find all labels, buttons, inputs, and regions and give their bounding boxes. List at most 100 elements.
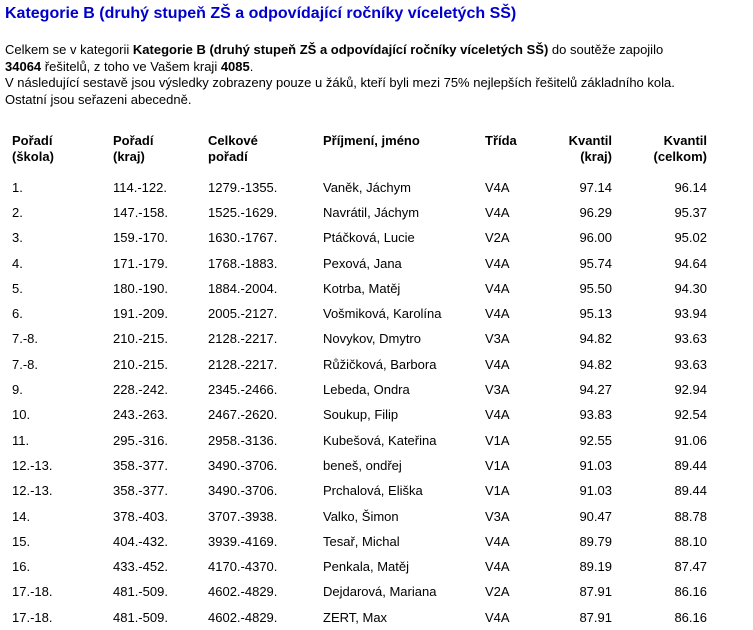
cell-rank-total: 2345.-2466. xyxy=(208,382,278,398)
table-row: 10. 243.-263. 2467.-2620. Soukup, Filip V4A 9… xyxy=(3,403,715,428)
cell-rank-school: 12.-13. xyxy=(12,483,53,499)
header-rank-school: Pořadí (škola) xyxy=(3,131,104,175)
cell-quantile-total: 93.94 xyxy=(674,306,707,322)
cell-rank-total: 2467.-2620. xyxy=(208,407,278,423)
table-row: 2. 147.-158. 1525.-1629. Navrátil, Jáchym V4… xyxy=(3,200,715,225)
cell-name: Tesař, Michal xyxy=(323,533,400,549)
cell-quantile-total: 94.64 xyxy=(674,255,707,271)
cell-class: V3A xyxy=(485,508,510,524)
cell-name: beneš, ondřej xyxy=(323,457,402,473)
cell-rank-region: 147.-158. xyxy=(113,204,168,220)
cell-rank-region: 481.-509. xyxy=(113,609,168,625)
cell-quantile-total: 86.16 xyxy=(674,609,707,625)
cell-class: V4A xyxy=(485,609,510,625)
cell-rank-region: 358.-377. xyxy=(113,457,168,473)
cell-rank-region: 228.-242. xyxy=(113,382,168,398)
table-row: 14. 378.-403. 3707.-3938. Valko, Šimon V3A 90… xyxy=(3,504,715,529)
cell-quantile-region: 92.55 xyxy=(579,432,612,448)
results-table-header: Pořadí (škola) Pořadí (kraj) Celkové pořadí… xyxy=(3,131,715,175)
cell-quantile-total: 95.02 xyxy=(674,230,707,246)
total-participants: 34064 xyxy=(5,58,42,74)
cell-quantile-total: 89.44 xyxy=(674,457,707,473)
cell-rank-total: 3939.-4169. xyxy=(208,533,278,549)
cell-quantile-region: 91.03 xyxy=(579,483,612,499)
cell-name: Růžičková, Barbora xyxy=(323,356,437,372)
cell-quantile-region: 89.19 xyxy=(579,559,612,575)
header-text: Kvantil xyxy=(568,133,612,148)
cell-rank-school: 12.-13. xyxy=(12,457,53,473)
table-row: 7.-8. 210.-215. 2128.-2217. Novykov, Dmytro… xyxy=(3,327,715,352)
cell-rank-region: 171.-179. xyxy=(113,255,168,271)
table-row: 11. 295.-316. 2958.-3136. Kubešová, Kateřin… xyxy=(3,428,715,453)
cell-rank-school: 2. xyxy=(12,204,23,220)
cell-quantile-region: 91.03 xyxy=(579,457,612,473)
cell-rank-region: 433.-452. xyxy=(113,559,168,575)
intro-text-part: do soutěže zapojilo xyxy=(548,42,664,57)
intro-text-part: řešitelů, z toho ve Vašem kraji xyxy=(41,58,221,74)
cell-rank-total: 3707.-3938. xyxy=(208,508,278,524)
cell-class: V4A xyxy=(485,179,510,195)
page-title: Kategorie B (druhý stupeň ZŠ a odpovídaj… xyxy=(5,5,517,22)
table-row: 9. 228.-242. 2345.-2466. Lebeda, Ondra V3A 94… xyxy=(3,377,715,402)
cell-name: Kotrba, Matěj xyxy=(323,280,401,296)
cell-name: Penkala, Matěj xyxy=(323,559,409,575)
table-row: 4. 171.-179. 1768.-1883. Pexová, Jana V4A 95.… xyxy=(3,251,715,276)
header-text: (kraj) xyxy=(113,149,145,164)
cell-quantile-total: 95.37 xyxy=(674,204,707,220)
cell-class: V4A xyxy=(485,204,510,220)
cell-rank-region: 180.-190. xyxy=(113,280,168,296)
cell-rank-school: 1. xyxy=(12,179,23,195)
intro-line-3: V následující sestavě jsou výsledky zobr… xyxy=(5,75,675,90)
intro-line-2: 34064 řešitelů, z toho ve Vašem kraji 40… xyxy=(5,59,753,76)
cell-rank-total: 2128.-2217. xyxy=(208,331,278,347)
cell-quantile-region: 93.83 xyxy=(579,407,612,423)
table-row: 12.-13. 358.-377. 3490.-3706. Prchalová, El… xyxy=(3,479,715,504)
cell-quantile-total: 96.14 xyxy=(674,179,707,195)
cell-quantile-region: 94.27 xyxy=(579,382,612,398)
header-text: Celkové xyxy=(208,133,258,148)
cell-rank-region: 358.-377. xyxy=(113,483,168,499)
cell-class: V2A xyxy=(485,584,510,600)
header-text: (škola) xyxy=(12,149,54,164)
cell-quantile-total: 88.78 xyxy=(674,508,707,524)
cell-rank-region: 191.-209. xyxy=(113,306,168,322)
table-row: 1. 114.-122. 1279.-1355. Vaněk, Jáchym V4A 97… xyxy=(3,175,715,200)
cell-quantile-total: 92.94 xyxy=(674,382,707,398)
header-text: Pořadí xyxy=(113,133,154,148)
cell-rank-total: 1630.-1767. xyxy=(208,230,278,246)
cell-name: Novykov, Dmytro xyxy=(323,331,421,347)
cell-quantile-region: 95.74 xyxy=(579,255,612,271)
cell-rank-region: 404.-432. xyxy=(113,533,168,549)
header-text: Pořadí xyxy=(12,133,53,148)
table-row: 7.-8. 210.-215. 2128.-2217. Růžičková, Barb… xyxy=(3,352,715,377)
table-row: 17.-18. 481.-509. 4602.-4829. ZERT, Max V4A 8… xyxy=(3,605,715,630)
cell-rank-region: 210.-215. xyxy=(113,356,168,372)
cell-quantile-region: 96.29 xyxy=(579,204,612,220)
cell-rank-school: 3. xyxy=(12,230,23,246)
header-quantile-total: Kvantil (celkom) xyxy=(620,131,715,175)
header-text: pořadí xyxy=(208,149,248,164)
results-page: Kategorie B (druhý stupeň ZŠ a odpovídaj… xyxy=(0,0,753,627)
cell-rank-region: 481.-509. xyxy=(113,584,168,600)
cell-name: Prchalová, Eliška xyxy=(323,483,423,499)
cell-rank-total: 2958.-3136. xyxy=(208,432,278,448)
cell-quantile-region: 96.00 xyxy=(579,230,612,246)
cell-class: V1A xyxy=(485,483,510,499)
table-row: 17.-18. 481.-509. 4602.-4829. Dejdarová, Ma… xyxy=(3,580,715,605)
cell-rank-total: 2005.-2127. xyxy=(208,306,278,322)
cell-class: V4A xyxy=(485,356,510,372)
intro-line-4: Ostatní jsou seřazeni abecedně. xyxy=(5,91,192,107)
cell-rank-region: 114.-122. xyxy=(113,179,167,195)
cell-class: V4A xyxy=(485,559,510,575)
header-rank-total: Celkové pořadí xyxy=(199,131,314,175)
cell-class: V4A xyxy=(485,255,510,271)
cell-rank-total: 2128.-2217. xyxy=(208,356,278,372)
cell-rank-school: 17.-18. xyxy=(12,609,53,625)
category-name: Kategorie B (druhý stupeň ZŠ a odpovídaj… xyxy=(132,42,549,57)
intro-line-1: Celkem se v kategorii Kategorie B (druhý… xyxy=(5,42,753,59)
cell-quantile-region: 94.82 xyxy=(579,356,612,372)
table-row: 6. 191.-209. 2005.-2127. Vošmiková, Karolín… xyxy=(3,301,715,326)
cell-name: Vošmiková, Karolína xyxy=(323,306,442,322)
results-table-body: 1. 114.-122. 1279.-1355. Vaněk, Jáchym V4A 97… xyxy=(3,175,715,630)
cell-quantile-total: 87.47 xyxy=(674,559,707,575)
